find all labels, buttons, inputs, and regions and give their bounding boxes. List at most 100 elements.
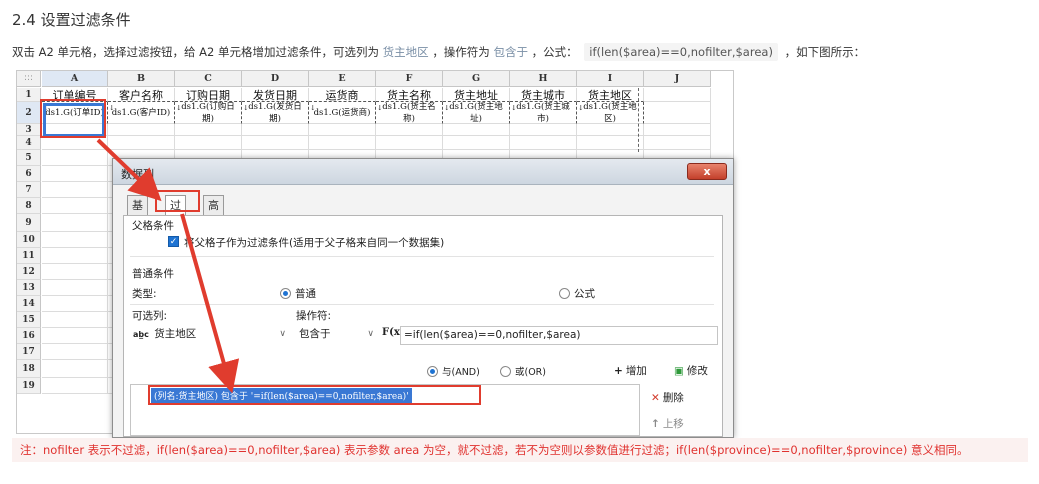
cell-a15[interactable] bbox=[42, 312, 108, 328]
row-header-14[interactable]: 14 bbox=[17, 296, 41, 312]
row-header-2[interactable]: 2 bbox=[17, 102, 41, 124]
modify-button[interactable]: ▣ 修改 bbox=[674, 363, 708, 378]
column-header-d[interactable]: D bbox=[242, 71, 309, 87]
row-header-9[interactable]: 9 bbox=[17, 214, 41, 232]
sheet-corner[interactable]: ::: bbox=[17, 71, 41, 87]
row-header-16[interactable]: 16 bbox=[17, 328, 41, 344]
cell-i1[interactable]: 货主地区 bbox=[577, 88, 644, 102]
cell-d4[interactable] bbox=[242, 136, 309, 150]
cell-e3[interactable] bbox=[309, 124, 376, 136]
cell-a7[interactable] bbox=[42, 182, 108, 198]
dialog-titlebar[interactable]: 数据列 x bbox=[113, 159, 733, 185]
cell-g4[interactable] bbox=[443, 136, 510, 150]
row-header-19[interactable]: 19 bbox=[17, 378, 41, 394]
cell-c4[interactable] bbox=[175, 136, 242, 150]
cell-a10[interactable] bbox=[42, 232, 108, 248]
column-header-h[interactable]: H bbox=[510, 71, 577, 87]
cell-a11[interactable] bbox=[42, 248, 108, 264]
cell-a13[interactable] bbox=[42, 280, 108, 296]
cell-j1[interactable] bbox=[644, 88, 711, 102]
column-header-b[interactable]: B bbox=[108, 71, 175, 87]
cell-f2[interactable]: ↓ ds1.G(货主名称) bbox=[376, 102, 443, 124]
column-header-c[interactable]: C bbox=[175, 71, 242, 87]
formula-input[interactable]: =if(len($area)==0,nofilter,$area) bbox=[400, 326, 718, 345]
delete-button[interactable]: ✕ 删除 bbox=[651, 390, 684, 405]
cell-d1[interactable]: 发货日期 bbox=[242, 88, 309, 102]
cell-c1[interactable]: 订购日期 bbox=[175, 88, 242, 102]
column-header-j[interactable]: J bbox=[644, 71, 711, 87]
cell-h1[interactable]: 货主城市 bbox=[510, 88, 577, 102]
close-button[interactable]: x bbox=[687, 163, 727, 180]
move-up-button[interactable]: ↑ 上移 bbox=[651, 416, 684, 431]
row-header-5[interactable]: 5 bbox=[17, 150, 41, 166]
row-header-12[interactable]: 12 bbox=[17, 264, 41, 280]
cell-a6[interactable] bbox=[42, 166, 108, 182]
cell-b4[interactable] bbox=[108, 136, 175, 150]
row-header-1[interactable]: 1 bbox=[17, 88, 41, 102]
row-header-6[interactable]: 6 bbox=[17, 166, 41, 182]
cell-a17[interactable] bbox=[42, 344, 108, 360]
cell-d3[interactable] bbox=[242, 124, 309, 136]
cell-a19[interactable] bbox=[42, 378, 108, 394]
cell-a12[interactable] bbox=[42, 264, 108, 280]
cell-f3[interactable] bbox=[376, 124, 443, 136]
cell-g1[interactable]: 货主地址 bbox=[443, 88, 510, 102]
cell-g3[interactable] bbox=[443, 124, 510, 136]
column-select[interactable]: ab̲c 货主地区 ∨ bbox=[130, 326, 288, 345]
tab-basic[interactable]: 基本 bbox=[127, 195, 148, 231]
cell-e2[interactable]: ↓ ds1.G(运货商) bbox=[309, 102, 376, 124]
cell-a14[interactable] bbox=[42, 296, 108, 312]
cell-a18[interactable] bbox=[42, 360, 108, 378]
cell-c3[interactable] bbox=[175, 124, 242, 136]
cell-i4[interactable] bbox=[577, 136, 644, 150]
row-header-13[interactable]: 13 bbox=[17, 280, 41, 296]
cell-e4[interactable] bbox=[309, 136, 376, 150]
cell-h2[interactable]: ↓ ds1.G(货主城市) bbox=[510, 102, 577, 124]
row-header-18[interactable]: 18 bbox=[17, 360, 41, 378]
cell-j4[interactable] bbox=[644, 136, 711, 150]
row-header-17[interactable]: 17 bbox=[17, 344, 41, 360]
expand-down-icon: ↓ bbox=[578, 104, 584, 112]
cell-h4[interactable] bbox=[510, 136, 577, 150]
cell-b1[interactable]: 客户名称 bbox=[108, 88, 175, 102]
column-header-g[interactable]: G bbox=[443, 71, 510, 87]
or-radio[interactable] bbox=[500, 366, 511, 377]
cell-b3[interactable] bbox=[108, 124, 175, 136]
row-header-3[interactable]: 3 bbox=[17, 124, 41, 136]
cell-j2[interactable] bbox=[644, 102, 711, 124]
cell-j3[interactable] bbox=[644, 124, 711, 136]
row-header-11[interactable]: 11 bbox=[17, 248, 41, 264]
row-header-8[interactable]: 8 bbox=[17, 198, 41, 214]
add-button[interactable]: + 增加 bbox=[614, 363, 647, 378]
cell-a8[interactable] bbox=[42, 198, 108, 214]
cell-b2[interactable]: ↓ ds1.G(客户ID) bbox=[108, 102, 175, 124]
tab-advanced[interactable]: 高级 bbox=[203, 195, 224, 231]
cell-d2[interactable]: ↓ ds1.G(发货日期) bbox=[242, 102, 309, 124]
column-header-i[interactable]: I bbox=[577, 71, 644, 87]
type-normal-radio[interactable] bbox=[280, 288, 291, 299]
column-header-e[interactable]: E bbox=[309, 71, 376, 87]
cell-h3[interactable] bbox=[510, 124, 577, 136]
cell-f1[interactable]: 货主名称 bbox=[376, 88, 443, 102]
cell-g2[interactable]: ↓ ds1.G(货主地址) bbox=[443, 102, 510, 124]
parent-filter-checkbox[interactable]: ✓ bbox=[168, 236, 179, 247]
type-formula-radio[interactable] bbox=[559, 288, 570, 299]
row-header-4[interactable]: 4 bbox=[17, 136, 41, 150]
column-header-a[interactable]: A bbox=[42, 71, 108, 87]
row-header-7[interactable]: 7 bbox=[17, 182, 41, 198]
cell-a4[interactable] bbox=[42, 136, 108, 150]
cell-a5[interactable] bbox=[42, 150, 108, 166]
cell-c2[interactable]: ↓ ds1.G(订购日期) bbox=[175, 102, 242, 124]
and-radio[interactable] bbox=[427, 366, 438, 377]
row-header-10[interactable]: 10 bbox=[17, 232, 41, 248]
row-header-15[interactable]: 15 bbox=[17, 312, 41, 328]
cell-i3[interactable] bbox=[577, 124, 644, 136]
cell-i2[interactable]: ↓ ds1.G(货主地区) bbox=[577, 102, 644, 124]
cell-a16[interactable] bbox=[42, 328, 108, 344]
cell-a9[interactable] bbox=[42, 214, 108, 232]
cell-e1[interactable]: 运货商 bbox=[309, 88, 376, 102]
column-header-f[interactable]: F bbox=[376, 71, 443, 87]
cell-f4[interactable] bbox=[376, 136, 443, 150]
operator-select[interactable]: 包含于 ∨ bbox=[296, 326, 376, 345]
intro-text: 双击 A2 单元格，选择过滤按钮，给 A2 单元格增加过滤条件，可选列为 bbox=[12, 45, 379, 59]
